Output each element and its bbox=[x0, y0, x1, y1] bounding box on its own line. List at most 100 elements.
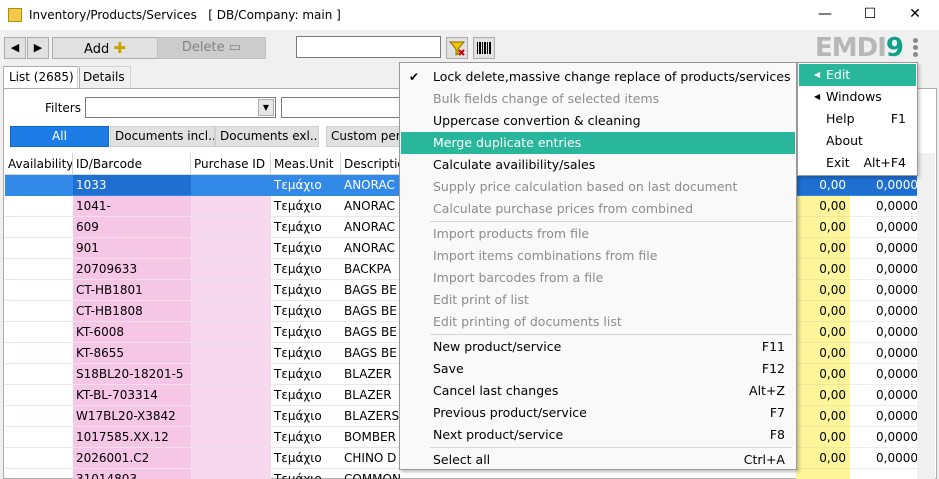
main-menu-item-windows[interactable]: ◀ Windows bbox=[799, 86, 916, 108]
cell-meas-unit: Τεμάχιο bbox=[271, 280, 341, 301]
checkmark-icon: ✔ bbox=[409, 70, 420, 84]
cell-price: 0,0000 bbox=[850, 259, 922, 280]
cell-price: 0,0000 bbox=[850, 238, 922, 259]
main-menu-item-about[interactable]: About bbox=[799, 130, 916, 152]
add-button[interactable]: Add ✚ bbox=[52, 37, 158, 59]
add-button-label: Add bbox=[84, 42, 110, 57]
main-menu-item-shortcut: Alt+F4 bbox=[863, 155, 906, 170]
menu-item-label: New product/service bbox=[433, 339, 562, 354]
menu-item-shortcut: F12 bbox=[761, 361, 785, 376]
cell-id-barcode: 1033 bbox=[73, 175, 191, 196]
tab-details[interactable]: Details bbox=[77, 66, 131, 88]
cell-price: 0,0000 bbox=[850, 280, 922, 301]
cell-meas-unit: Τεμάχιο bbox=[271, 196, 341, 217]
main-menu-item-label: Windows bbox=[826, 89, 882, 104]
grid-scrollbar[interactable] bbox=[917, 153, 935, 479]
filters-combo[interactable]: ▼ bbox=[85, 97, 276, 118]
menu-item-edit-print-of-list[interactable]: Edit print of list bbox=[401, 289, 795, 311]
menu-item-label: Import barcodes from a file bbox=[433, 270, 604, 285]
menu-separator bbox=[430, 334, 792, 335]
cell-id-barcode: 2026001.C2 bbox=[73, 448, 191, 469]
cell-purchase-id bbox=[191, 406, 271, 427]
menu-item-shortcut: F7 bbox=[769, 405, 785, 420]
cell-purchase-id bbox=[191, 427, 271, 448]
cell-quantity: 0,00 bbox=[796, 448, 850, 469]
maximize-button[interactable]: ☐ bbox=[847, 0, 893, 30]
submenu-arrow-icon: ◀ bbox=[814, 70, 821, 79]
menu-item-label: Import products from file bbox=[433, 226, 590, 241]
segment-documents-included[interactable]: Documents incl... bbox=[110, 126, 215, 147]
search-input[interactable] bbox=[296, 36, 441, 58]
menu-item-lock-delete-massive-change-replace-of-products-services[interactable]: ✔ Lock delete,massive change replace of p… bbox=[401, 66, 795, 88]
cell-purchase-id bbox=[191, 469, 271, 479]
cell-availability bbox=[5, 343, 73, 364]
cell-quantity: 0,00 bbox=[796, 301, 850, 322]
cell-price: 0,0000 bbox=[850, 385, 922, 406]
main-menu-item-edit[interactable]: ◀ Edit bbox=[799, 64, 916, 86]
tab-list[interactable]: List (2685) bbox=[3, 66, 80, 89]
cell-quantity: 0,00 bbox=[796, 259, 850, 280]
menu-item-calculate-availibility-sales[interactable]: Calculate availibility/sales bbox=[401, 154, 795, 176]
barcode-icon[interactable] bbox=[473, 37, 495, 59]
main-menu-item-exit[interactable]: Exit Alt+F4 bbox=[799, 152, 916, 174]
window-title: Inventory/Products/Services [ DB/Company… bbox=[29, 8, 341, 22]
cell-meas-unit: Τεμάχιο bbox=[271, 217, 341, 238]
menu-item-shortcut: F11 bbox=[761, 339, 785, 354]
menu-item-import-barcodes-from-a-file[interactable]: Import barcodes from a file bbox=[401, 267, 795, 289]
cell-description: BLAZER bbox=[341, 364, 401, 385]
column-header-description[interactable]: Descriptio bbox=[341, 153, 401, 175]
cell-meas-unit: Τεμάχιο bbox=[271, 259, 341, 280]
segment-documents-excluded[interactable]: Documents exl... bbox=[215, 126, 319, 147]
cell-meas-unit: Τεμάχιο bbox=[271, 469, 341, 479]
cell-id-barcode: 1017585.XX.12 bbox=[73, 427, 191, 448]
minimize-button[interactable]: — bbox=[802, 0, 848, 30]
main-menu-item-help[interactable]: Help F1 bbox=[799, 108, 916, 130]
chevron-down-icon[interactable]: ▼ bbox=[258, 99, 274, 116]
filter-value-input[interactable] bbox=[281, 97, 401, 118]
cell-description: BAGS BE bbox=[341, 280, 401, 301]
menu-item-import-items-combinations-from-file[interactable]: Import items combinations from file bbox=[401, 245, 795, 267]
delete-button[interactable]: Delete ▭ bbox=[157, 37, 266, 59]
menu-item-merge-duplicate-entries[interactable]: Merge duplicate entries bbox=[401, 132, 795, 154]
next-record-button[interactable]: ▶ bbox=[27, 37, 49, 59]
cell-description: ANORAC bbox=[341, 238, 401, 259]
column-header-availability[interactable]: Availability bbox=[5, 153, 73, 175]
menu-item-save[interactable]: Save F12 bbox=[401, 358, 795, 380]
column-header-id-barcode[interactable]: ID/Barcode bbox=[73, 153, 191, 175]
funnel-clear-icon[interactable] bbox=[446, 37, 468, 59]
menu-item-supply-price-calculation-based-on-last-document[interactable]: Supply price calculation based on last d… bbox=[401, 176, 795, 198]
kebab-menu-icon[interactable] bbox=[912, 37, 920, 59]
main-menu-item-label: Exit bbox=[826, 155, 850, 170]
column-header-meas-unit[interactable]: Meas.Unit bbox=[271, 153, 341, 175]
main-menu-item-label: Help bbox=[826, 111, 855, 126]
cell-quantity bbox=[796, 469, 850, 479]
segment-custom-period[interactable]: Custom peri bbox=[326, 126, 400, 147]
menu-separator bbox=[430, 221, 792, 222]
close-button[interactable]: ✕ bbox=[892, 0, 938, 30]
menu-item-uppercase-convertion-cleaning[interactable]: Uppercase convertion & cleaning bbox=[401, 110, 795, 132]
menu-item-next-product-service[interactable]: Next product/service F8 bbox=[401, 424, 795, 446]
menu-item-import-products-from-file[interactable]: Import products from file bbox=[401, 223, 795, 245]
menu-item-previous-product-service[interactable]: Previous product/service F7 bbox=[401, 402, 795, 424]
menu-item-select-all[interactable]: Select all Ctrl+A bbox=[401, 449, 795, 471]
cell-meas-unit: Τεμάχιο bbox=[271, 385, 341, 406]
cell-description: COMMONSENSE bbox=[341, 469, 401, 479]
menu-item-new-product-service[interactable]: New product/service F11 bbox=[401, 336, 795, 358]
main-menu: ◀ Edit ◀ Windows Help F1 About Exit Alt+F4 bbox=[797, 62, 918, 176]
segment-all[interactable]: All bbox=[10, 126, 109, 147]
cell-description: ANORAC bbox=[341, 217, 401, 238]
cell-purchase-id bbox=[191, 238, 271, 259]
cell-description: BAGS BE bbox=[341, 343, 401, 364]
prev-record-button[interactable]: ◀ bbox=[4, 37, 26, 59]
cell-purchase-id bbox=[191, 343, 271, 364]
menu-item-bulk-fields-change-of-selected-items[interactable]: Bulk fields change of selected items bbox=[401, 88, 795, 110]
minus-icon: ▭ bbox=[228, 40, 242, 55]
menu-item-calculate-purchase-prices-from-combined[interactable]: Calculate purchase prices from combined bbox=[401, 198, 795, 220]
emdi-logo: EMDI9 bbox=[815, 33, 904, 63]
menu-item-label: Select all bbox=[433, 452, 491, 467]
menu-item-edit-printing-of-documents-list[interactable]: Edit printing of documents list bbox=[401, 311, 795, 333]
cell-meas-unit: Τεμάχιο bbox=[271, 406, 341, 427]
menu-item-cancel-last-changes[interactable]: Cancel last changes Alt+Z bbox=[401, 380, 795, 402]
cell-id-barcode: KT-6008 bbox=[73, 322, 191, 343]
column-header-purchase-id[interactable]: Purchase ID bbox=[191, 153, 271, 175]
